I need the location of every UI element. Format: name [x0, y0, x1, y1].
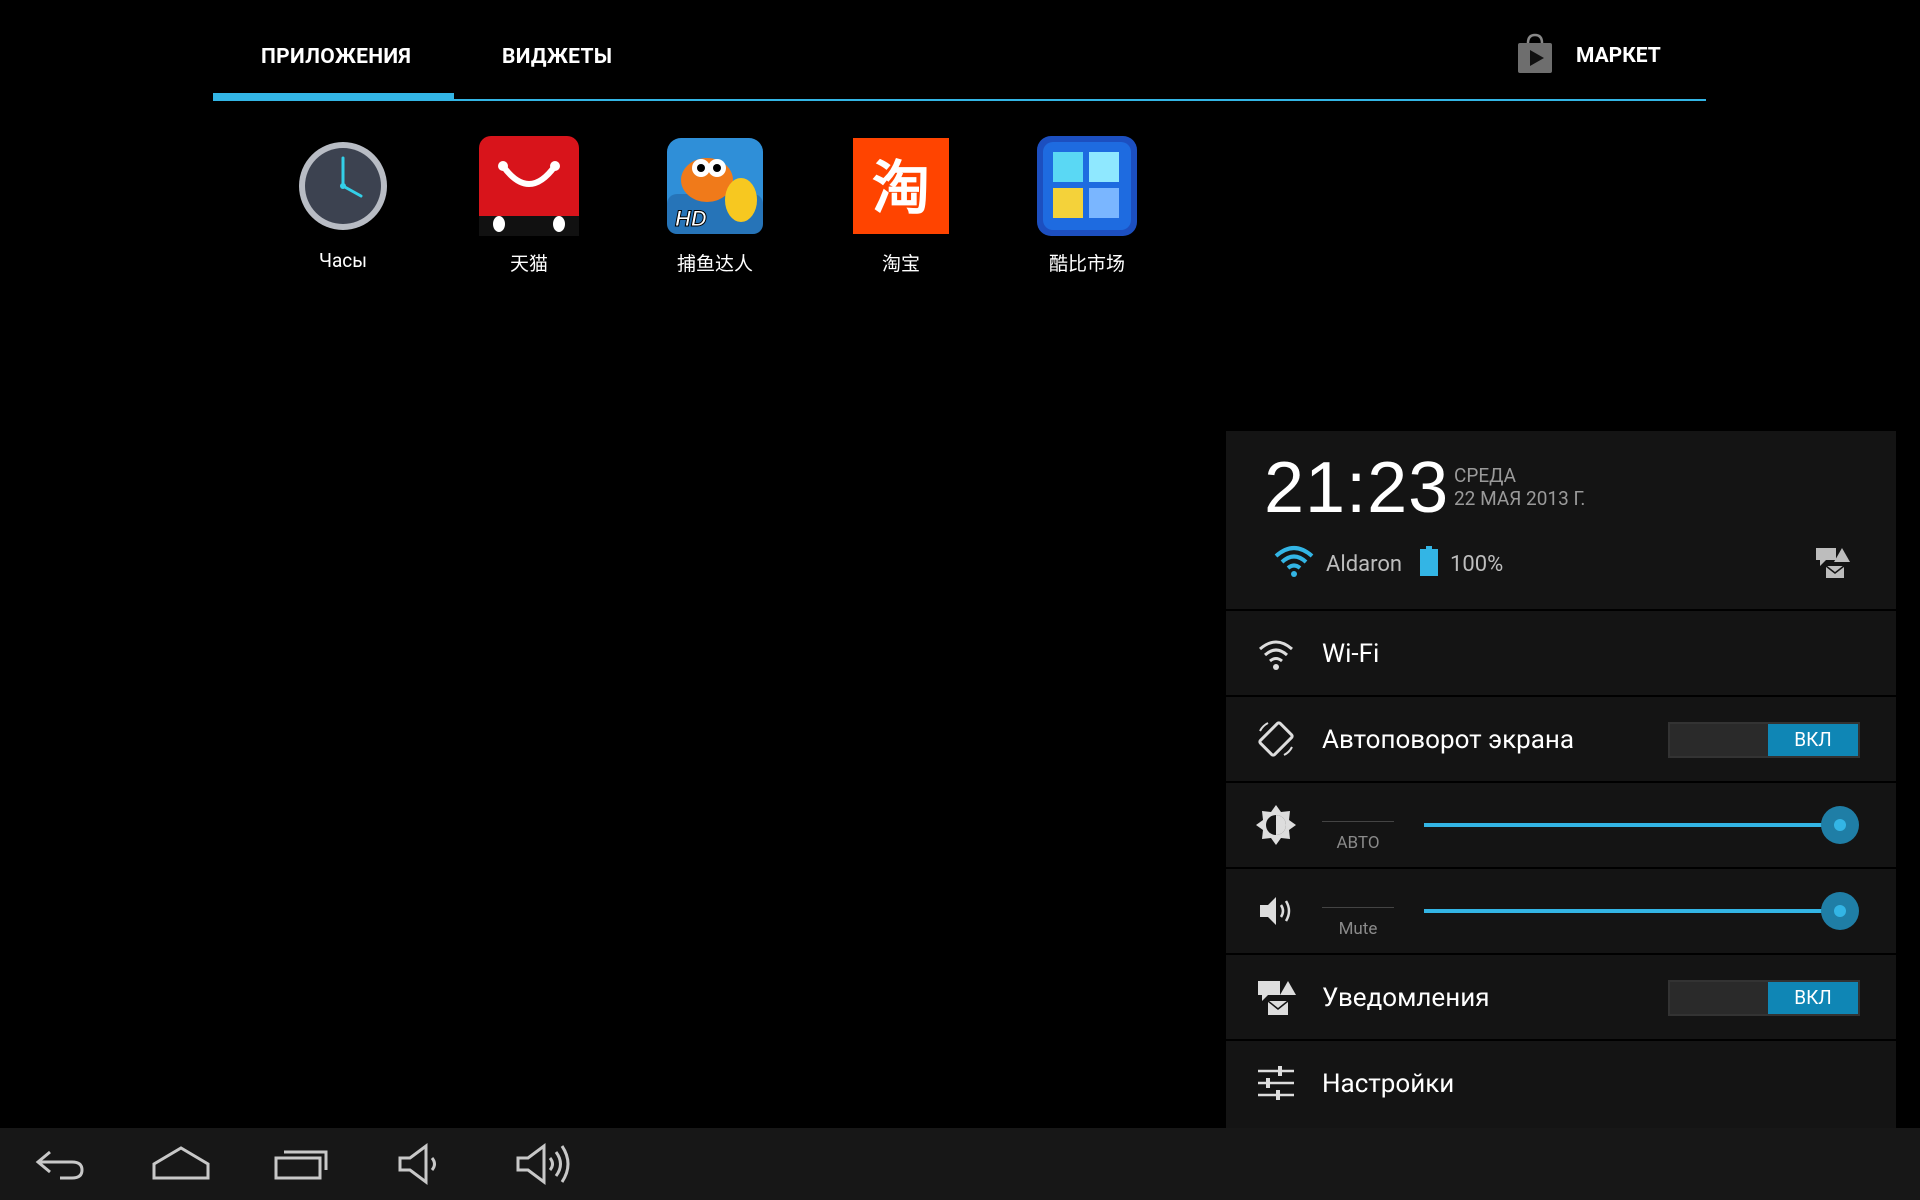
app-fishing[interactable]: HD 捕鱼达人 [622, 134, 808, 276]
notifications-toggle[interactable]: ВКЛ [1668, 979, 1860, 1016]
tab-widgets[interactable]: ВИДЖЕТЫ [502, 45, 612, 69]
clock-icon [291, 134, 395, 238]
settings-row[interactable]: Настройки [1226, 1039, 1896, 1126]
screen-rotate-icon [1254, 717, 1298, 761]
wifi-signal-icon [1274, 544, 1314, 584]
wifi-row[interactable]: Wi-Fi [1226, 609, 1896, 696]
auto-divider [1322, 821, 1394, 822]
quick-settings-panel: 21:23 СРЕДА 22 МАЯ 2013 Г. Aldaron 100% [1226, 431, 1896, 1128]
app-label: 捕鱼达人 [676, 252, 753, 275]
notifications-row[interactable]: Уведомления ВКЛ [1226, 953, 1896, 1040]
autorotate-row[interactable]: Автоповорот экрана ВКЛ [1226, 695, 1896, 782]
panel-day: СРЕДА [1454, 464, 1516, 487]
notifications-label: Уведомления [1322, 982, 1490, 1013]
volume-row: Mute [1226, 867, 1896, 954]
tab-divider [213, 99, 1706, 101]
volume-slider-track[interactable] [1424, 909, 1840, 913]
svg-text:HD: HD [675, 206, 707, 231]
mute-divider [1322, 907, 1394, 908]
home-icon[interactable] [150, 1142, 212, 1190]
market-label: МАРКЕТ [1576, 44, 1661, 68]
battery-percent: 100% [1450, 551, 1504, 577]
brightness-slider-thumb[interactable] [1821, 806, 1859, 844]
volume-slider-thumb[interactable] [1821, 892, 1859, 930]
svg-text:淘: 淘 [872, 154, 930, 222]
market-button[interactable]: МАРКЕТ [1514, 33, 1661, 79]
back-icon[interactable] [32, 1142, 88, 1190]
volume-down-icon[interactable] [396, 1142, 446, 1190]
brightness-slider-track[interactable] [1424, 823, 1840, 827]
app-tmall[interactable]: 天猫 [436, 134, 622, 276]
autorotate-toggle[interactable]: ВКЛ [1668, 721, 1860, 758]
panel-clock: 21:23 [1264, 448, 1450, 528]
brightness-row: АВТО [1226, 781, 1896, 868]
app-coobee[interactable]: 酷比市场 [994, 134, 1180, 276]
coobee-market-icon [1035, 134, 1139, 238]
app-label: 天猫 [509, 252, 548, 275]
toggle-on-label: ВКЛ [1768, 981, 1858, 1014]
recent-apps-icon[interactable] [272, 1142, 332, 1190]
tmall-icon [477, 134, 581, 238]
settings-sliders-icon [1254, 1061, 1298, 1105]
volume-icon [1254, 889, 1298, 933]
volume-up-icon[interactable] [514, 1142, 574, 1190]
battery-icon [1420, 546, 1439, 582]
status-line: Aldaron 100% [1274, 544, 1503, 584]
taobao-icon: 淘 [849, 134, 953, 238]
app-label: 淘宝 [881, 252, 920, 275]
play-store-icon [1514, 33, 1556, 79]
brightness-icon [1254, 803, 1298, 847]
toggle-on-label: ВКЛ [1768, 723, 1858, 756]
app-taobao[interactable]: 淘 淘宝 [808, 134, 994, 276]
panel-date: 22 МАЯ 2013 Г. [1454, 487, 1586, 510]
network-name: Aldaron [1326, 551, 1403, 577]
volume-mute-label[interactable]: Mute [1322, 919, 1394, 939]
app-clock[interactable]: Часы [250, 134, 436, 272]
system-nav-bar [0, 1128, 1920, 1200]
wifi-label: Wi-Fi [1322, 638, 1380, 669]
app-label: Часы [318, 249, 368, 272]
notifications-icon [1254, 975, 1298, 1019]
app-drawer-tabs: ПРИЛОЖЕНИЯ ВИДЖЕТЫ МАРКЕТ [0, 0, 1920, 102]
brightness-auto-label[interactable]: АВТО [1322, 833, 1394, 853]
notification-alert-icon[interactable] [1814, 546, 1850, 582]
autorotate-label: Автоповорот экрана [1322, 724, 1575, 755]
tab-apps[interactable]: ПРИЛОЖЕНИЯ [261, 45, 411, 69]
fishing-game-icon: HD [663, 134, 767, 238]
wifi-icon [1254, 631, 1298, 675]
app-label: 酷比市场 [1048, 252, 1125, 275]
settings-label: Настройки [1322, 1068, 1455, 1099]
